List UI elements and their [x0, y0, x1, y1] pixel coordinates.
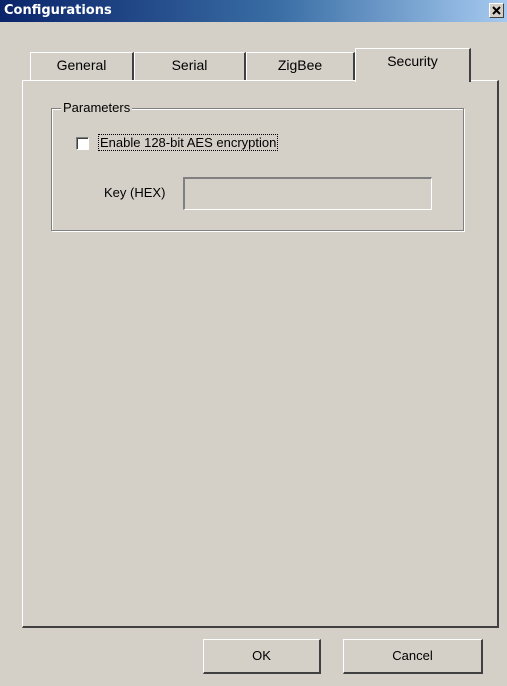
key-hex-label: Key (HEX) — [104, 185, 166, 200]
parameters-legend: Parameters — [61, 100, 133, 115]
tab-serial[interactable]: Serial — [134, 52, 246, 80]
title-bar: Configurations — [0, 0, 507, 22]
tab-serial-label: Serial — [171, 57, 208, 73]
parameters-groupbox: Parameters — [51, 100, 464, 231]
ok-button[interactable]: OK — [203, 639, 321, 674]
security-tab-panel: Parameters Enable 128-bit AES encryption… — [22, 80, 499, 628]
tab-security-label: Security — [387, 53, 438, 69]
close-icon — [492, 6, 501, 15]
cancel-button[interactable]: Cancel — [343, 639, 483, 674]
window-title: Configurations — [4, 3, 112, 18]
aes-encryption-label[interactable]: Enable 128-bit AES encryption — [97, 134, 279, 151]
aes-encryption-checkbox[interactable] — [76, 137, 89, 150]
tab-general[interactable]: General — [30, 52, 134, 80]
tab-zigbee[interactable]: ZigBee — [246, 52, 355, 80]
key-hex-input[interactable] — [183, 177, 432, 210]
close-button[interactable] — [489, 3, 504, 18]
tab-general-label: General — [56, 57, 107, 73]
tab-security[interactable]: Security — [355, 48, 471, 82]
tab-zigbee-label: ZigBee — [277, 57, 323, 73]
